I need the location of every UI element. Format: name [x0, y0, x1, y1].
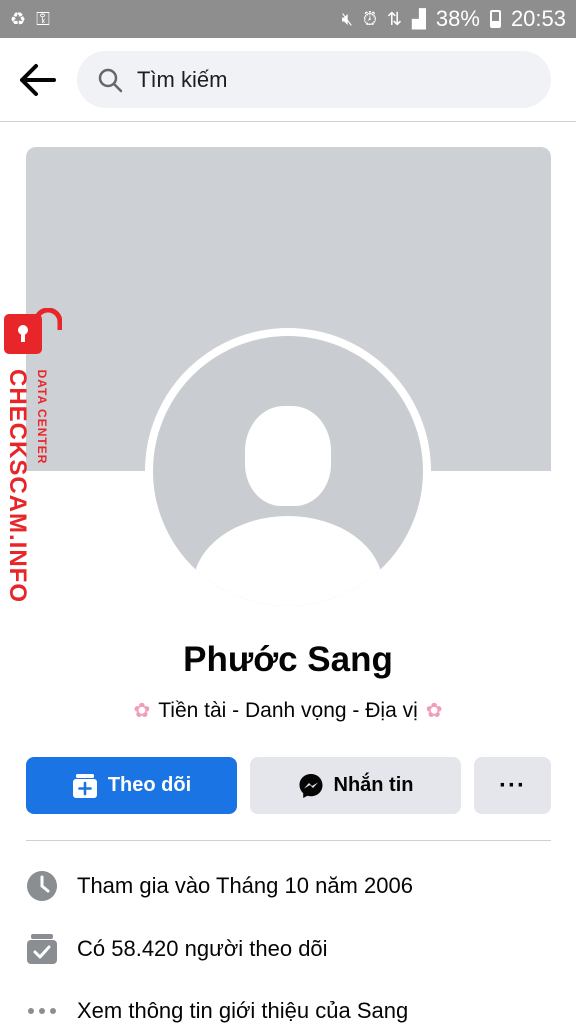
message-button[interactable]: Nhắn tin	[250, 757, 461, 814]
watermark-lock-icon	[4, 308, 62, 354]
recycle-icon: ♻	[10, 9, 27, 29]
profile-bio: ✿ Tiền tài - Danh vọng - Địa vị ✿	[0, 698, 576, 723]
battery-percent: 38%	[435, 6, 480, 31]
follow-label: Theo dõi	[107, 774, 192, 796]
key-icon: ⚿	[36, 9, 50, 29]
clock-icon	[26, 870, 58, 902]
back-button[interactable]	[18, 62, 58, 98]
flower-icon: ✿	[425, 700, 443, 722]
watermark-subtitle: DATA CENTER	[35, 369, 49, 465]
messenger-icon	[299, 773, 322, 798]
message-label: Nhắn tin	[333, 774, 414, 796]
search-icon	[98, 68, 123, 92]
search-placeholder: Tìm kiếm	[137, 66, 228, 92]
followers-row[interactable]: Có 58.420 người theo dõi	[26, 929, 328, 969]
avatar-silhouette-body	[193, 516, 383, 606]
data-signal-icon: ⇅	[386, 9, 403, 29]
flower-icon: ✿	[133, 700, 151, 722]
status-bar: ♻ ⚿ 🔇︎ ⏰︎ ⇅ ▟ 38% 20:53	[0, 0, 576, 38]
profile-bio-text: Tiền tài - Danh vọng - Địa vị	[158, 698, 418, 722]
joined-row: Tham gia vào Tháng 10 năm 2006	[26, 866, 413, 906]
search-input[interactable]: Tìm kiếm	[77, 51, 551, 108]
top-bar: Tìm kiếm	[0, 38, 576, 122]
avatar-silhouette-head	[245, 406, 331, 506]
status-right: 🔇︎ ⏰︎ ⇅ ▟ 38% 20:53	[342, 6, 566, 32]
cell-signal-icon: ▟	[412, 9, 426, 29]
watermark-text: CHECKSCAM.INFO	[4, 369, 31, 603]
followers-icon	[26, 933, 58, 965]
more-dots-icon: ···	[499, 771, 526, 799]
follow-icon	[72, 773, 97, 798]
about-link-text: Xem thông tin giới thiệu của Sang	[77, 998, 409, 1023]
about-row[interactable]: Xem thông tin giới thiệu của Sang	[26, 991, 408, 1031]
divider	[26, 840, 551, 841]
more-options-button[interactable]: ···	[474, 757, 551, 814]
back-arrow-icon	[20, 64, 56, 96]
status-left: ♻ ⚿	[10, 10, 50, 28]
clock: 20:53	[510, 6, 566, 31]
mute-icon: 🔇︎	[341, 9, 353, 29]
joined-text: Tham gia vào Tháng 10 năm 2006	[77, 873, 413, 898]
alarm-icon: ⏰︎	[362, 9, 377, 29]
battery-icon	[489, 10, 501, 28]
follow-button[interactable]: Theo dõi	[26, 757, 237, 814]
followers-text: Có 58.420 người theo dõi	[77, 936, 328, 961]
more-dots-icon	[26, 995, 58, 1027]
profile-avatar[interactable]	[153, 336, 423, 606]
profile-name: Phước Sang	[183, 640, 393, 679]
